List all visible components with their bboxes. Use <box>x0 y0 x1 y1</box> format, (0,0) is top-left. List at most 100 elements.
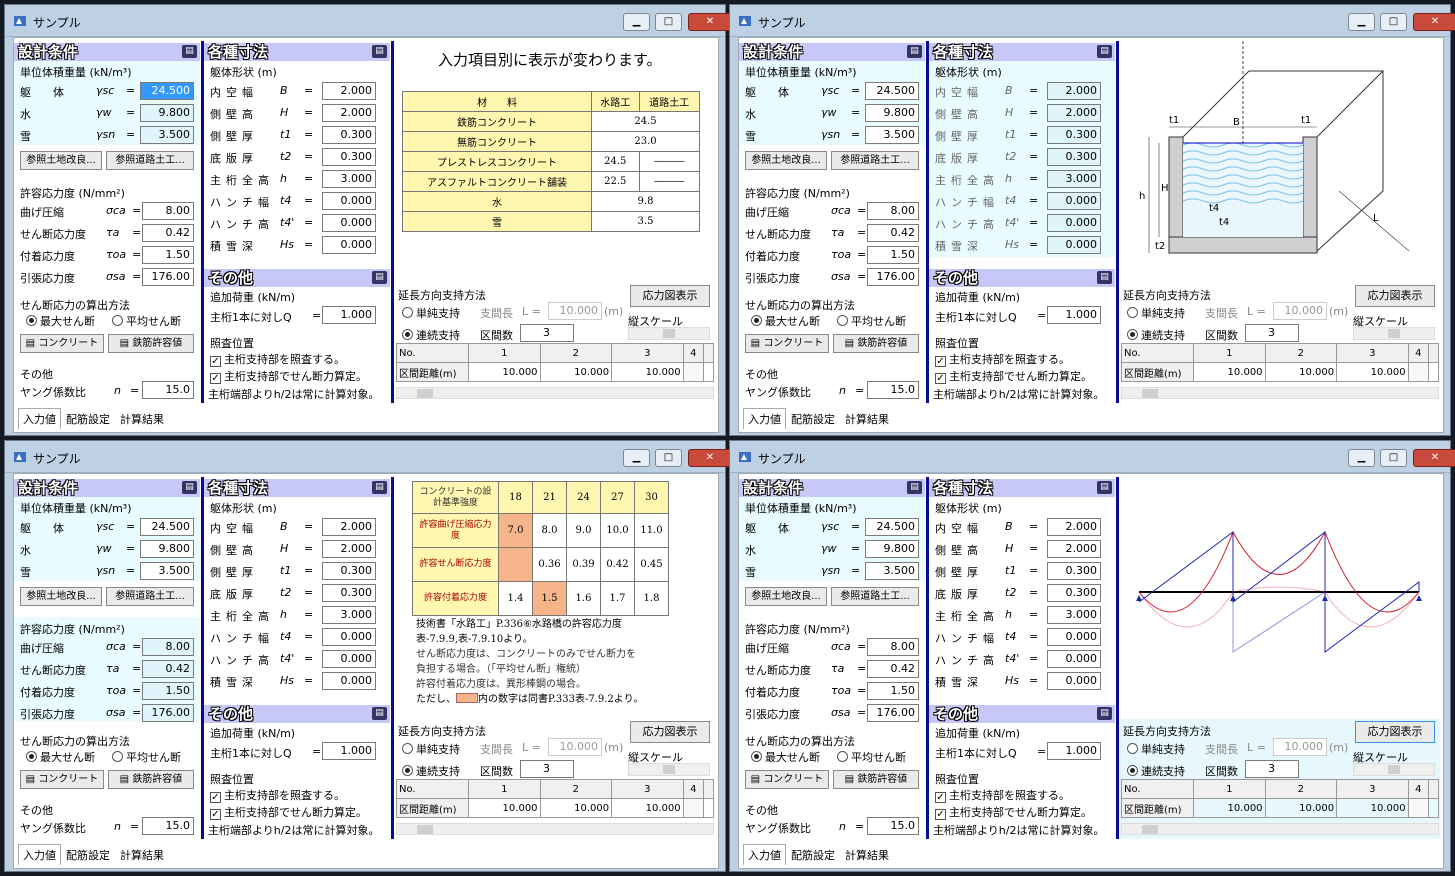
scroll-thumb[interactable] <box>1142 389 1158 398</box>
help-book-icon[interactable]: ▤ <box>372 271 387 284</box>
allowable-input[interactable]: 1.50 <box>867 246 919 264</box>
span-length-input[interactable]: 10.000 <box>1273 738 1327 756</box>
allowable-input[interactable]: 1.50 <box>142 682 194 700</box>
unit-weight-input[interactable]: 9.800 <box>865 540 919 558</box>
allowable-input[interactable]: 8.00 <box>867 638 919 656</box>
unit-weight-input[interactable]: 9.800 <box>140 104 194 122</box>
ref-road-button[interactable]: 参照道路土工... <box>831 587 919 606</box>
span-length-input[interactable]: 10.000 <box>548 302 602 320</box>
scroll-thumb[interactable] <box>417 825 433 834</box>
span-distance-cell[interactable]: 10.000 <box>468 798 541 818</box>
help-book-icon[interactable]: ▤ <box>372 45 387 58</box>
empty-cell[interactable] <box>682 362 705 382</box>
unit-weight-input[interactable]: 9.800 <box>865 104 919 122</box>
title-bar[interactable]: サンプル ▁ □ ✕ <box>730 441 1455 473</box>
young-ratio-input[interactable]: 15.0 <box>867 817 919 835</box>
simple-support-radio[interactable]: 単純支持 <box>1127 305 1185 321</box>
span-count-input[interactable]: 3 <box>520 760 574 778</box>
unit-weight-input[interactable]: 24.500 <box>865 518 919 536</box>
help-book-icon[interactable]: ▤ <box>1097 481 1112 494</box>
span-distance-cell[interactable]: 10.000 <box>1264 362 1338 382</box>
shear-at-support-checkbox[interactable]: ✓ 主桁支持部でせん断力算定。 <box>210 804 367 820</box>
dimension-input[interactable]: 0.000 <box>322 236 376 254</box>
dimension-input[interactable]: 0.000 <box>1047 650 1101 668</box>
scroll-thumb[interactable] <box>1142 825 1158 834</box>
q-input[interactable]: 1.000 <box>1047 306 1101 324</box>
allowable-input[interactable]: 176.00 <box>142 268 194 286</box>
slider-thumb[interactable] <box>1388 329 1400 338</box>
dimension-input[interactable]: 0.300 <box>322 584 376 602</box>
close-button[interactable]: ✕ <box>1413 449 1455 467</box>
dimension-input[interactable]: 0.000 <box>322 650 376 668</box>
check-support-checkbox[interactable]: ✓ 主桁支持部を照査する。 <box>210 351 345 367</box>
empty-cell[interactable] <box>682 798 705 818</box>
dimension-input[interactable]: 0.000 <box>1047 192 1101 210</box>
empty-cell[interactable] <box>1407 362 1430 382</box>
slider-thumb[interactable] <box>663 329 675 338</box>
shear-at-support-checkbox[interactable]: ✓ 主桁支持部でせん断力算定。 <box>210 368 367 384</box>
rebar-allow-button[interactable]: ▤ 鉄筋許容値 <box>108 770 194 789</box>
maximize-button[interactable]: □ <box>655 13 682 31</box>
check-support-checkbox[interactable]: ✓ 主桁支持部を照査する。 <box>210 787 345 803</box>
span-distance-cell[interactable]: 10.000 <box>1336 362 1409 382</box>
help-book-icon[interactable]: ▤ <box>182 45 197 58</box>
span-distance-cell[interactable]: 10.000 <box>1193 362 1266 382</box>
scroll-thumb[interactable] <box>417 389 433 398</box>
slider-thumb[interactable] <box>663 765 675 774</box>
dimension-input[interactable]: 0.300 <box>1047 584 1101 602</box>
dimension-input[interactable]: 2.000 <box>1047 540 1101 558</box>
unit-weight-input[interactable]: 24.500 <box>865 82 919 100</box>
dimension-input[interactable]: 2.000 <box>322 104 376 122</box>
vertical-scale-slider[interactable] <box>1353 763 1435 776</box>
help-book-icon[interactable]: ▤ <box>372 707 387 720</box>
maximize-button[interactable]: □ <box>1380 449 1407 467</box>
span-length-input[interactable]: 10.000 <box>548 738 602 756</box>
ref-soil-button[interactable]: 参照土地改良... <box>745 587 827 606</box>
allowable-input[interactable]: 8.00 <box>142 202 194 220</box>
span-distance-cell[interactable]: 10.000 <box>1193 798 1266 818</box>
close-button[interactable]: ✕ <box>688 449 732 467</box>
span-distance-cell[interactable]: 10.000 <box>539 798 613 818</box>
allowable-input[interactable]: 1.50 <box>142 246 194 264</box>
help-book-icon[interactable]: ▤ <box>1097 271 1112 284</box>
max-shear-radio[interactable]: 最大せん断 <box>751 749 820 765</box>
ref-road-button[interactable]: 参照道路土工... <box>831 151 919 170</box>
dimension-input[interactable]: 0.000 <box>1047 236 1101 254</box>
vertical-scale-slider[interactable] <box>628 763 710 776</box>
avg-shear-radio[interactable]: 平均せん断 <box>112 749 181 765</box>
allowable-input[interactable]: 176.00 <box>867 268 919 286</box>
tab-rebar[interactable]: 配筋設定 <box>61 844 115 866</box>
rebar-allow-button[interactable]: ▤ 鉄筋許容値 <box>108 334 194 353</box>
span-count-input[interactable]: 3 <box>520 324 574 342</box>
tab-result[interactable]: 計算結果 <box>115 844 169 866</box>
minimize-button[interactable]: ▁ <box>623 13 650 31</box>
dimension-input[interactable]: 2.000 <box>322 82 376 100</box>
tab-input[interactable]: 入力値 <box>18 844 61 865</box>
close-button[interactable]: ✕ <box>688 13 732 31</box>
help-book-icon[interactable]: ▤ <box>907 481 922 494</box>
dimension-input[interactable]: 0.300 <box>322 562 376 580</box>
tab-rebar[interactable]: 配筋設定 <box>61 408 115 430</box>
tab-result[interactable]: 計算結果 <box>840 408 894 430</box>
young-ratio-input[interactable]: 15.0 <box>142 381 194 399</box>
check-support-checkbox[interactable]: ✓ 主桁支持部を照査する。 <box>935 351 1070 367</box>
maximize-button[interactable]: □ <box>655 449 682 467</box>
q-input[interactable]: 1.000 <box>1047 742 1101 760</box>
title-bar[interactable]: サンプル ▁ □ ✕ <box>5 441 732 473</box>
allowable-input[interactable]: 8.00 <box>142 638 194 656</box>
dimension-input[interactable]: 0.300 <box>1047 126 1101 144</box>
dimension-input[interactable]: 0.300 <box>322 126 376 144</box>
tab-input[interactable]: 入力値 <box>743 408 786 429</box>
ref-soil-button[interactable]: 参照土地改良... <box>745 151 827 170</box>
tab-rebar[interactable]: 配筋設定 <box>786 844 840 866</box>
unit-weight-input[interactable]: 3.500 <box>140 562 194 580</box>
dimension-input[interactable]: 0.300 <box>1047 562 1101 580</box>
avg-shear-radio[interactable]: 平均せん断 <box>837 749 906 765</box>
dimension-input[interactable]: 0.300 <box>1047 148 1101 166</box>
help-book-icon[interactable]: ▤ <box>1097 707 1112 720</box>
concrete-button[interactable]: ▤ コンクリート <box>745 770 829 789</box>
minimize-button[interactable]: ▁ <box>1348 449 1375 467</box>
allowable-input[interactable]: 0.42 <box>142 660 194 678</box>
dimension-input[interactable]: 2.000 <box>1047 518 1101 536</box>
shear-at-support-checkbox[interactable]: ✓ 主桁支持部でせん断力算定。 <box>935 804 1092 820</box>
